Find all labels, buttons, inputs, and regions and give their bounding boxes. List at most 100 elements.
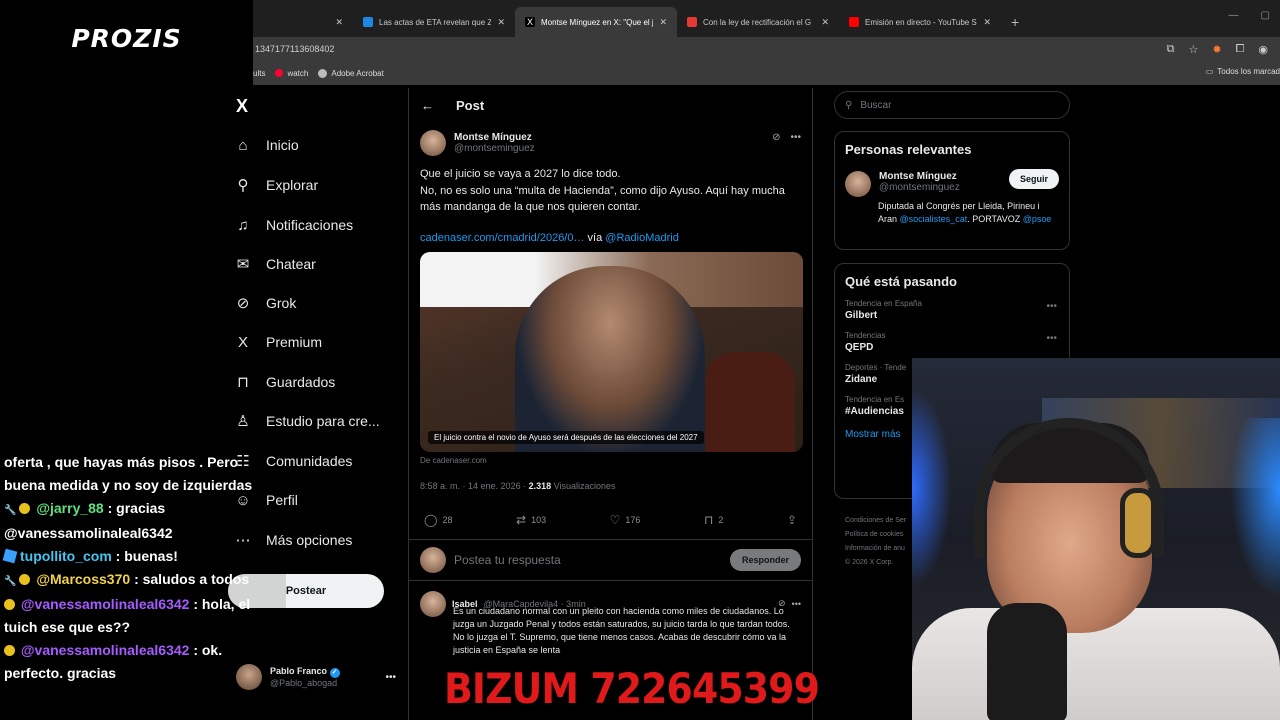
chat-line: tuich ese que es?? [4,616,280,639]
new-tab-button[interactable]: + [1001,7,1029,37]
more-icon[interactable]: ••• [792,599,801,609]
chat-text: buena medida y no soy de izquierdas [4,477,253,493]
url-field[interactable]: 1347177113608402 [253,44,1167,54]
tweet-actions: ◯ 28 ⇄ 103 ♡ 176 ⊓ 2 ⇪ [420,513,801,527]
browser-tab-bar: ✕ Las actas de ETA revelan que Z ✕ X Mon… [253,0,1280,37]
footer-link[interactable]: Política de cookies [845,528,906,542]
nav-item-grok[interactable]: ⊘ Grok [234,294,297,312]
bell-icon: ♫ [237,216,249,234]
bio-text: . PORTAVOZ [967,214,1021,224]
install-app-icon[interactable]: ⧉ [1167,43,1175,56]
reply-input[interactable]: Postea tu respuesta [454,553,722,567]
search-placeholder: Buscar [860,99,892,111]
reply-icon: ◯ [424,512,438,527]
nav-item-chatear[interactable]: ✉ Chatear [234,255,316,273]
close-icon[interactable]: ✕ [659,17,667,28]
star-icon[interactable]: ☆ [1188,43,1198,56]
avatar [420,546,446,573]
cam-light [1230,418,1280,598]
tweet: Montse Mínguez @montseminguez ⊘ ••• Que … [409,122,812,527]
back-arrow-icon[interactable]: ← [421,98,434,113]
extension-icon[interactable]: ✹ [1212,43,1221,56]
grok-icon[interactable]: ⊘ [772,132,780,143]
wrench-icon: 🔧 [4,505,17,516]
more-icon[interactable]: ••• [790,132,801,143]
x-favicon-icon: X [525,17,535,27]
avatar[interactable] [420,130,446,156]
via-mention[interactable]: @RadioMadrid [605,232,679,244]
nav-item-guardados[interactable]: ⊓ Guardados [234,373,335,391]
minimize-icon[interactable]: — [1229,10,1239,21]
browser-tab[interactable]: Con la ley de rectificación el G ✕ [677,7,839,37]
share-icon: ⇪ [786,512,797,527]
more-icon[interactable]: ••• [1046,333,1057,344]
search-input[interactable]: ⚲ Buscar [834,91,1070,119]
avatar[interactable] [845,171,871,197]
nav-item-inicio[interactable]: ⌂ Inicio [234,136,298,154]
browser-tab[interactable]: Las actas de ETA revelan que Z ✕ [353,7,515,37]
bio-mention[interactable]: @psoe [1023,214,1052,224]
reply-tweet[interactable]: Isabel @MaraCapdevila4 · 3min ⊘ ••• Es u… [409,581,812,667]
browser-tab-active[interactable]: X Montse Mínguez en X: "Que el j ✕ [515,7,677,37]
footer-link[interactable]: Condiciones de Ser [845,514,906,528]
maximize-icon[interactable]: ▢ [1261,10,1270,21]
x-logo-icon[interactable]: X [236,96,248,117]
author-name[interactable]: Montse Mínguez [454,132,535,143]
post-header: ← Post [409,88,812,122]
article-link[interactable]: cadenaser.com/cmadrid/2026/0… [420,232,584,244]
relevant-user[interactable]: Montse Mínguez @montseminguez Seguir [835,157,1069,197]
reply-button[interactable]: Responder [729,548,801,571]
tweet-author[interactable]: Montse Mínguez @montseminguez [420,130,801,156]
more-icon[interactable]: ••• [1046,301,1057,312]
avatar[interactable] [420,590,446,617]
bookmark-item[interactable]: watch [275,69,308,78]
browser-tab[interactable]: ✕ [253,7,353,37]
tweet-top-actions: ⊘ ••• [772,132,801,143]
trend-item[interactable]: Tendencia en España Gilbert ••• [835,289,1069,321]
views-label: Visualizaciones [553,480,616,491]
nav-item-premium[interactable]: X Premium [234,333,322,351]
member-badge-icon [19,503,31,514]
nav-item-estudio[interactable]: ♙ Estudio para cre... [234,412,379,430]
like-action[interactable]: ♡ 176 [610,513,641,527]
card-title: Personas relevantes [845,142,972,157]
bookmark-icon: ⊓ [237,374,249,391]
chat-line: 🔧 @jarry_88 : gracias [4,497,280,522]
chat-username: @Marcoss370 [36,571,131,587]
bookmark-action[interactable]: ⊓ 2 [704,513,723,527]
site-favicon-icon [687,17,697,27]
bookmark-item[interactable]: ults [253,69,265,78]
user-name[interactable]: Montse Mínguez [879,171,960,182]
profile-avatar-icon[interactable]: ◉ [1258,43,1268,56]
prozis-logo: PROZIS [0,0,253,88]
close-icon[interactable]: ✕ [821,17,829,28]
nav-label: Grok [266,295,297,311]
all-bookmarks[interactable]: ▭ Todos los marcad [1206,67,1280,76]
close-icon[interactable]: ✕ [335,17,343,28]
nav-item-explorar[interactable]: ⚲ Explorar [234,176,319,194]
bio-mention[interactable]: @socialistes_cat [900,214,968,224]
link-card-image[interactable]: El juicio contra el novio de Ayuso será … [420,251,803,452]
link-card-caption: El juicio contra el novio de Ayuso será … [428,430,704,444]
puzzle-icon[interactable]: ⧠ [1236,43,1245,56]
follow-button[interactable]: Seguir [1008,169,1059,189]
grok-icon: ⊘ [236,295,250,312]
reply-count: 28 [442,514,453,525]
tweet-timestamp[interactable]: 8:58 a. m. · 14 ene. 2026 · [420,481,526,491]
browser-tab[interactable]: Emisión en directo - YouTube S ✕ [839,7,1001,37]
close-icon[interactable]: ✕ [983,17,991,28]
footer-link[interactable]: Información de anu [845,542,906,556]
tweet-text-line: Que el juicio se vaya a 2027 lo dice tod… [420,168,621,180]
close-icon[interactable]: ✕ [497,17,505,28]
chat-text: : buenas! [115,548,178,564]
bizum-banner: BIZUM 722645399 [444,664,820,713]
nav-item-notificaciones[interactable]: ♫ Notificaciones [234,216,353,234]
account-handle: @Pablo_abogad [270,678,338,688]
trend-item[interactable]: Tendencias QEPD ••• [835,321,1069,353]
share-action[interactable]: ⇪ [787,513,797,527]
repost-action[interactable]: ⇄ 103 [516,513,546,527]
bookmark-item[interactable]: Adobe Acrobat [318,68,384,78]
more-icon[interactable]: ••• [385,672,396,683]
link-source[interactable]: De cadenaser.com [420,456,801,465]
reply-action[interactable]: ◯ 28 [424,513,452,527]
